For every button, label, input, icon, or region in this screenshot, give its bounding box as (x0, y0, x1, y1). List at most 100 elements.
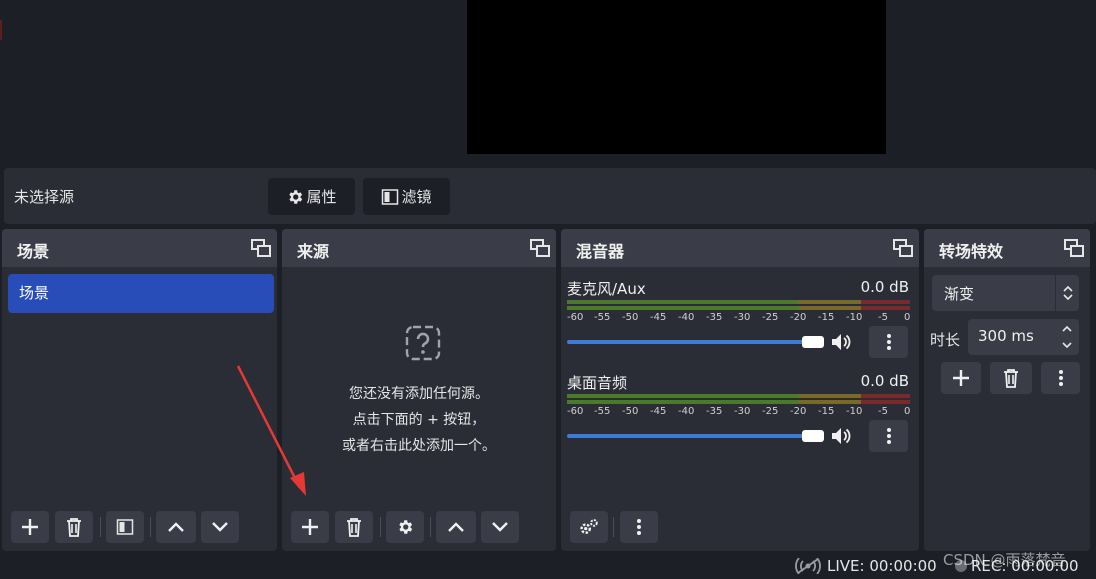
meter-tick: -40 (678, 312, 695, 323)
remove-scene-button[interactable] (55, 511, 93, 543)
undock-icon[interactable] (893, 239, 913, 257)
meter-tick: -60 (567, 406, 584, 417)
mixer-dock-header: 混音器 (561, 229, 919, 267)
gears-icon (580, 519, 598, 534)
scene-move-down-button[interactable] (201, 511, 239, 543)
undock-icon[interactable] (530, 239, 550, 257)
scene-move-up-button[interactable] (156, 511, 196, 543)
scenes-title: 场景 (17, 242, 50, 261)
chevron-up-icon (168, 522, 184, 532)
meter-tick: -30 (734, 406, 751, 417)
duration-spinbox[interactable]: 300 ms (968, 319, 1079, 355)
undock-icon[interactable] (1064, 239, 1084, 257)
transition-menu-button[interactable] (1041, 362, 1080, 394)
speaker-icon[interactable] (831, 332, 853, 352)
scene-list-item[interactable]: 场景 (8, 274, 274, 313)
source-context-bar: 未选择源 属性 滤镜 (4, 168, 1096, 224)
sources-dock-header: 来源 (282, 229, 556, 267)
meter-scale: -60 -55 -50 -45 -40 -35 -30 -25 -20 -15 … (567, 312, 910, 324)
broadcast-icon (795, 557, 821, 578)
add-transition-button[interactable] (941, 362, 981, 394)
volume-meter (567, 300, 910, 310)
kebab-icon (886, 428, 891, 444)
kebab-icon (637, 519, 641, 535)
toolbar-divider (100, 517, 101, 537)
meter-tick: -10 (846, 312, 863, 323)
add-scene-button[interactable] (11, 511, 49, 543)
transition-select[interactable]: 渐变 (932, 275, 1079, 311)
meter-tick: 0 (904, 312, 911, 323)
meter-tick: -10 (846, 406, 863, 417)
sources-empty-message: 您还没有添加任何源。 点击下面的 + 按钮， 或者右击此处添加一个。 (282, 381, 556, 459)
meter-tick: -5 (878, 312, 888, 323)
kebab-icon (1058, 370, 1063, 386)
volume-slider[interactable] (567, 340, 817, 344)
source-move-up-button[interactable] (436, 511, 476, 543)
edge-marker (0, 20, 2, 40)
mixer-dock: 混音器 麦克风/Aux 0.0 dB -60 -55 -50 -45 -40 -… (561, 229, 919, 551)
filters-label: 滤镜 (401, 188, 432, 206)
empty-message-line: 点击下面的 + 按钮， (352, 412, 486, 428)
meter-tick: -25 (762, 312, 779, 323)
scene-filters-button[interactable] (106, 511, 144, 543)
properties-button[interactable]: 属性 (268, 178, 355, 215)
gear-icon (286, 188, 304, 206)
spin-arrows-icon[interactable] (1061, 323, 1073, 355)
meter-tick: -45 (650, 312, 667, 323)
volume-meter (567, 394, 910, 404)
undock-icon[interactable] (251, 239, 271, 257)
source-move-down-button[interactable] (481, 511, 519, 543)
chevron-down-icon (492, 522, 508, 532)
track-level: 0.0 dB (860, 372, 909, 390)
toolbar-divider (613, 517, 614, 537)
meter-tick: -35 (706, 406, 723, 417)
question-icon (405, 325, 441, 365)
advanced-audio-button[interactable] (570, 511, 608, 543)
mixer-menu-button[interactable] (620, 511, 658, 543)
meter-tick: -50 (622, 406, 639, 417)
meter-tick: -35 (706, 312, 723, 323)
trash-icon (1004, 369, 1018, 388)
duration-label: 时长 (930, 331, 961, 349)
plus-icon (22, 519, 38, 535)
trash-icon (347, 518, 361, 537)
empty-message-line: 您还没有添加任何源。 (349, 386, 489, 402)
duration-value: 300 ms (978, 327, 1034, 345)
plus-icon (302, 519, 318, 535)
transitions-dock-header: 转场特效 (924, 229, 1090, 267)
remove-transition-button[interactable] (990, 362, 1032, 394)
toolbar-divider (380, 517, 381, 537)
toolbar-divider (150, 517, 151, 537)
filter-icon (116, 519, 134, 535)
meter-tick: -50 (622, 312, 639, 323)
meter-tick: -5 (878, 406, 888, 417)
meter-tick: -30 (734, 312, 751, 323)
meter-tick: -25 (762, 406, 779, 417)
speaker-icon[interactable] (831, 426, 853, 446)
chevron-up-icon (448, 522, 464, 532)
source-properties-button[interactable] (386, 511, 424, 543)
track-menu-button[interactable] (869, 326, 908, 358)
kebab-icon (886, 334, 891, 350)
preview-area (0, 0, 1096, 168)
mixer-title: 混音器 (576, 242, 625, 261)
filters-button[interactable]: 滤镜 (363, 178, 450, 215)
add-source-button[interactable] (291, 511, 329, 543)
track-menu-button[interactable] (869, 420, 908, 452)
meter-tick: -55 (594, 406, 611, 417)
meter-tick: -40 (678, 406, 695, 417)
volume-slider[interactable] (567, 434, 817, 438)
remove-source-button[interactable] (335, 511, 373, 543)
meter-tick: -20 (790, 312, 807, 323)
preview-canvas[interactable] (467, 0, 886, 154)
scenes-dock-header: 场景 (2, 229, 277, 267)
transitions-title: 转场特效 (939, 242, 1004, 261)
filter-icon (381, 188, 399, 206)
volume-slider-handle[interactable] (802, 430, 824, 442)
live-status: LIVE: 00:00:00 (827, 557, 937, 575)
meter-tick: -55 (594, 312, 611, 323)
sources-title: 来源 (297, 242, 330, 261)
trash-icon (67, 518, 81, 537)
volume-slider-handle[interactable] (802, 336, 824, 348)
meter-scale: -60 -55 -50 -45 -40 -35 -30 -25 -20 -15 … (567, 406, 910, 418)
